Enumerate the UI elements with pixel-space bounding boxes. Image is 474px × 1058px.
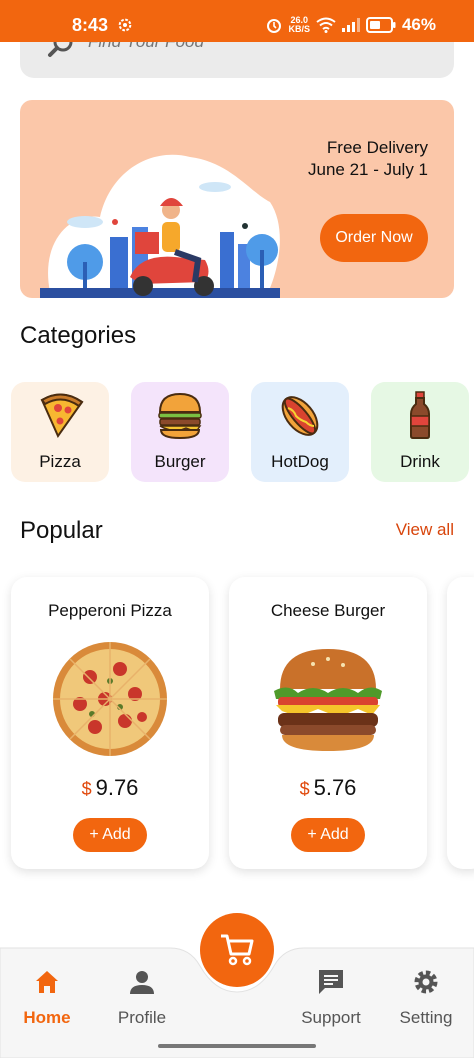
currency-symbol: $: [81, 779, 92, 799]
food-price: $5.76: [229, 775, 427, 801]
hotdog-icon: [281, 396, 319, 436]
price-value: 9.76: [95, 775, 139, 800]
price-value: 5.76: [313, 775, 357, 800]
category-burger[interactable]: Burger: [131, 382, 229, 482]
alarm-icon: [267, 19, 282, 33]
promo-title: Free Delivery: [326, 138, 428, 157]
status-bar: 8:43 26.0 KB/S 46%: [0, 0, 474, 42]
status-indicators: 26.0 KB/S 46%: [266, 15, 436, 35]
category-label: Burger: [154, 452, 206, 471]
category-hotdog[interactable]: HotDog: [251, 382, 349, 482]
battery-percent: 46%: [401, 15, 436, 34]
wifi-icon: [316, 17, 336, 33]
category-label: Pizza: [39, 452, 81, 471]
burger-image: [274, 649, 382, 751]
net-speed-unit: KB/S: [288, 24, 310, 34]
nav-label: Setting: [399, 1008, 453, 1027]
burger-icon: [158, 392, 202, 440]
food-name: Cheese Burger: [270, 601, 386, 620]
nav-label: Home: [23, 1008, 71, 1027]
nav-setting[interactable]: Setting: [386, 968, 466, 1028]
promo-banner[interactable]: Free Delivery June 21 - July 1 Order Now: [20, 100, 454, 298]
add-to-cart-button[interactable]: + Add: [291, 818, 365, 852]
delivery-illustration: [40, 154, 280, 298]
gear-icon: [414, 970, 438, 994]
profile-icon: [130, 971, 154, 994]
food-card-peek[interactable]: [447, 577, 474, 869]
cart-button[interactable]: [200, 913, 274, 987]
food-price: $9.76: [11, 775, 209, 801]
status-time: 8:43: [72, 15, 109, 35]
nav-label: Support: [301, 1008, 361, 1027]
settings-status-icon: [118, 18, 132, 32]
food-name: Pepperoni Pizza: [48, 601, 172, 620]
home-indicator[interactable]: [158, 1044, 316, 1048]
net-speed: 26.0 KB/S: [288, 16, 310, 34]
category-pizza[interactable]: Pizza: [11, 382, 109, 482]
promo-dates: June 21 - July 1: [307, 160, 428, 179]
food-card[interactable]: Cheese Burger $5.76 + Add: [229, 577, 427, 869]
order-now-button[interactable]: Order Now: [320, 214, 428, 262]
drink-icon: [410, 391, 430, 439]
category-drink[interactable]: Drink: [371, 382, 469, 482]
nav-label: Profile: [117, 1008, 167, 1027]
pizza-image: [53, 642, 167, 756]
cart-icon: [221, 934, 254, 966]
add-to-cart-button[interactable]: + Add: [73, 818, 147, 852]
home-icon: [36, 971, 58, 993]
battery-icon: [365, 17, 396, 33]
nav-support[interactable]: Support: [291, 968, 371, 1028]
popular-heading: Popular: [20, 517, 103, 544]
nav-home[interactable]: Home: [7, 968, 87, 1028]
category-label: HotDog: [271, 452, 329, 471]
food-card[interactable]: Pepperoni Pizza $9.76 + Add: [11, 577, 209, 869]
nav-profile[interactable]: Profile: [102, 968, 182, 1028]
support-icon: [319, 970, 343, 994]
category-label: Drink: [400, 452, 440, 471]
currency-symbol: $: [299, 779, 310, 799]
pizza-icon: [40, 393, 84, 439]
view-all-link[interactable]: View all: [396, 520, 454, 540]
signal-icon: [341, 18, 360, 32]
categories-heading: Categories: [20, 322, 137, 349]
